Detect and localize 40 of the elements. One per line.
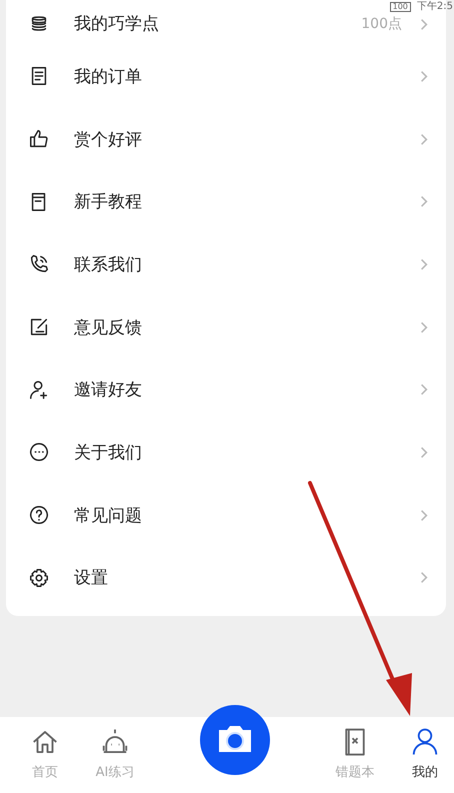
menu-label: 常见问题 (74, 504, 143, 527)
tab[interactable]: 我的 (400, 717, 450, 781)
menu-item[interactable]: 意见反馈 (6, 296, 446, 358)
user-icon (410, 727, 440, 757)
chevron-right-icon (420, 70, 428, 83)
battery-level: 100 (390, 2, 411, 12)
menu-label: 邀请好友 (74, 379, 143, 402)
menu-label: 设置 (74, 567, 109, 590)
camera-button[interactable] (200, 705, 270, 775)
more-icon (28, 441, 50, 464)
menu-label: 联系我们 (74, 254, 143, 276)
menu-label: 关于我们 (74, 442, 143, 464)
chevron-right-icon (420, 132, 428, 146)
menu-item[interactable]: 我的巧学点 100点 (6, 13, 446, 45)
menu-item[interactable]: 常见问题 (6, 484, 446, 546)
menu-item[interactable]: 设置 (6, 546, 446, 610)
chevron-right-icon (420, 383, 428, 396)
help-icon (28, 504, 50, 526)
menu-label: 我的巧学点 (74, 13, 160, 35)
menu-label: 赏个好评 (74, 128, 143, 151)
chevron-right-icon (420, 571, 428, 584)
menu-item[interactable]: 我的订单 (6, 45, 446, 108)
status-time: 下午2:5 (416, 1, 453, 13)
chevron-right-icon (420, 320, 428, 334)
chevron-right-icon (420, 258, 428, 271)
chevron-right-icon (420, 195, 428, 208)
settings-icon (28, 566, 50, 589)
menu-label: 我的订单 (74, 66, 143, 88)
chevron-right-icon (420, 446, 428, 459)
menu-item[interactable]: 赏个好评 (6, 108, 446, 170)
chevron-right-icon (420, 508, 428, 522)
points-value: 100点 (361, 15, 402, 34)
menu-label: 新手教程 (74, 191, 143, 214)
chevron-right-icon (420, 18, 428, 31)
add-user-icon (28, 378, 50, 401)
menu-item[interactable]: 联系我们 (6, 233, 446, 296)
menu-label: 意见反馈 (74, 316, 143, 339)
menu-item[interactable]: 新手教程 (6, 170, 446, 234)
menu-item[interactable]: 邀请好友 (6, 358, 446, 422)
menu-item[interactable]: 关于我们 (6, 421, 446, 484)
